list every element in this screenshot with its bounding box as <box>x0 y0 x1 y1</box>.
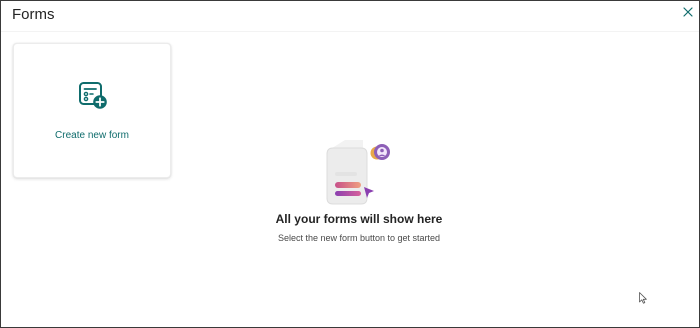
forms-empty-illustration <box>326 140 390 205</box>
close-button[interactable] <box>681 5 695 19</box>
create-new-form-card[interactable]: Create new form <box>13 43 171 178</box>
mouse-pointer-icon <box>639 292 647 304</box>
panel-header: Forms <box>1 1 699 32</box>
panel-title: Forms <box>12 6 55 23</box>
form-add-icon <box>79 82 107 109</box>
empty-state-subtitle: Select the new form button to get starte… <box>277 233 441 243</box>
create-new-form-label: Create new form <box>55 130 129 141</box>
empty-state-title: All your forms will show here <box>275 212 443 226</box>
forms-panel: Forms Create new form All your forms wil… <box>0 0 700 328</box>
close-icon <box>683 7 693 17</box>
